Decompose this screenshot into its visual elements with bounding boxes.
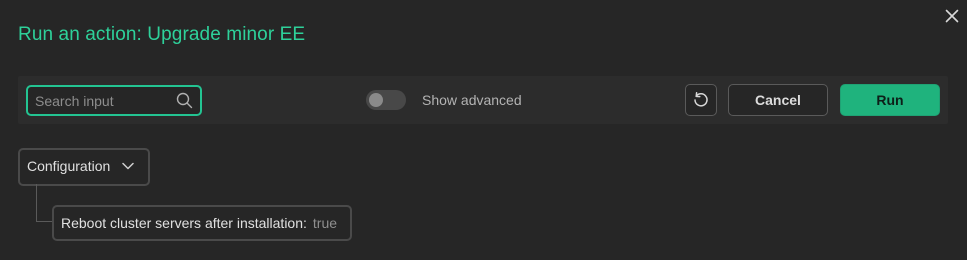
- run-button[interactable]: Run: [840, 84, 940, 116]
- action-toolbar: Show advanced Cancel Run: [18, 76, 948, 124]
- configuration-group[interactable]: Configuration: [18, 148, 150, 186]
- show-advanced-label: Show advanced: [422, 92, 522, 108]
- show-advanced-toggle[interactable]: [366, 90, 406, 110]
- tree-connector-horizontal: [36, 221, 52, 222]
- configuration-label: Configuration: [27, 158, 111, 174]
- close-icon: [945, 9, 959, 23]
- reset-button[interactable]: [685, 84, 717, 116]
- parameter-label: Reboot cluster servers after installatio…: [61, 215, 307, 231]
- reset-icon: [694, 92, 708, 107]
- parameter-value: true: [312, 215, 338, 231]
- dialog-title: Run an action: Upgrade minor EE: [18, 24, 306, 45]
- search-box: [26, 85, 202, 116]
- toggle-knob: [369, 93, 383, 107]
- cancel-button[interactable]: Cancel: [728, 84, 828, 116]
- close-button[interactable]: [942, 6, 962, 26]
- search-input[interactable]: [28, 87, 175, 114]
- search-icon: [176, 92, 193, 109]
- run-action-dialog: Run an action: Upgrade minor EE Show adv…: [0, 0, 967, 260]
- parameter-reboot-cluster[interactable]: Reboot cluster servers after installatio…: [52, 205, 353, 241]
- tree-connector-vertical: [36, 184, 37, 221]
- chevron-down-icon: [122, 162, 134, 170]
